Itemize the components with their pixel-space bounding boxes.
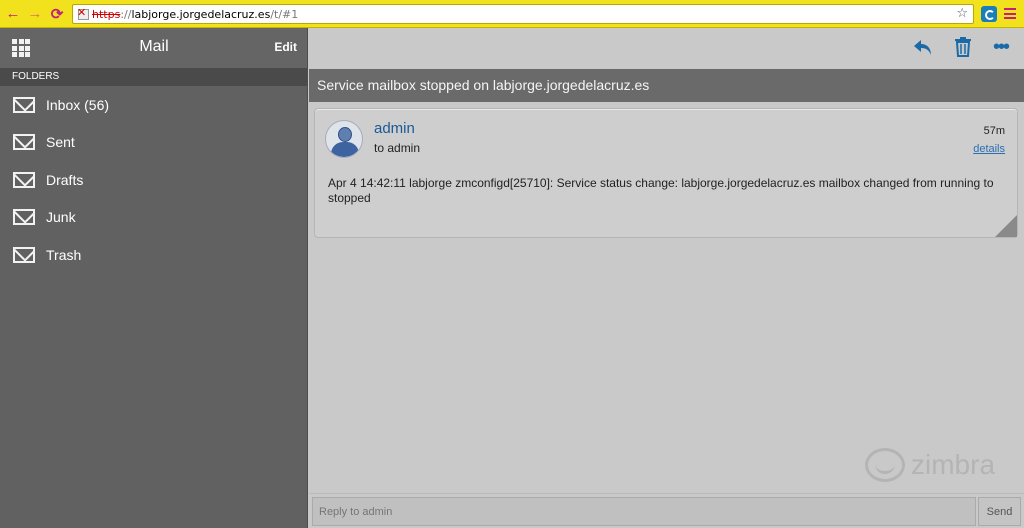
- folder-item-drafts[interactable]: Drafts: [0, 161, 307, 199]
- url-path: /t/#1: [270, 7, 299, 21]
- message-time: 57m: [983, 125, 1005, 137]
- message-subject: Service mailbox stopped on labjorge.jorg…: [309, 69, 1024, 102]
- trash-icon[interactable]: [954, 37, 972, 57]
- sidebar-header: Mail Edit: [0, 28, 307, 68]
- zimbra-logo: zimbra: [865, 448, 995, 482]
- envelope-icon: [13, 134, 35, 151]
- envelope-icon: [13, 246, 35, 263]
- url-host: labjorge.jorgedelacruz.es: [131, 7, 271, 21]
- message-body: Apr 4 14:42:11 labjorge zmconfigd[25710]…: [328, 176, 994, 205]
- folder-item-sent[interactable]: Sent: [0, 124, 307, 162]
- envelope-icon: [13, 209, 35, 226]
- recipient-line: to admin: [374, 141, 421, 155]
- envelope-icon: [13, 96, 35, 113]
- url-scheme: https: [92, 7, 121, 21]
- sidebar: Mail Edit FOLDERS Inbox (56) Sent Drafts…: [0, 28, 308, 528]
- url-separator: ://: [120, 7, 132, 21]
- forward-arrow-icon[interactable]: →: [24, 3, 46, 25]
- menu-icon[interactable]: [1004, 8, 1016, 19]
- message-toolbar: •••: [309, 28, 1024, 69]
- resize-corner-icon: [995, 215, 1017, 237]
- back-arrow-icon[interactable]: ←: [2, 3, 24, 25]
- message-pane: ••• Service mailbox stopped on labjorge.…: [309, 28, 1024, 528]
- reply-bar: Send: [309, 493, 1024, 528]
- envelope-icon: [13, 171, 35, 188]
- zimbra-face-icon: [865, 448, 905, 482]
- folder-item-inbox[interactable]: Inbox (56): [0, 86, 307, 124]
- reply-icon[interactable]: [912, 36, 934, 58]
- reply-input[interactable]: [312, 497, 976, 526]
- browser-toolbar: ← → ⟳ https :// labjorge.jorgedelacruz.e…: [0, 0, 1024, 28]
- address-bar[interactable]: https :// labjorge.jorgedelacruz.es /t/#…: [72, 4, 974, 24]
- sidebar-title: Mail: [139, 38, 169, 55]
- folder-label: Inbox (56): [46, 96, 110, 113]
- message-card: admin to admin 57m details Apr 4 14:42:1…: [314, 108, 1018, 238]
- logo-text: zimbra: [911, 449, 996, 480]
- folder-item-junk[interactable]: Junk: [0, 199, 307, 237]
- folder-label: Drafts: [46, 171, 84, 188]
- folder-label: Trash: [46, 246, 82, 263]
- more-icon[interactable]: •••: [993, 36, 1010, 59]
- folder-label: Sent: [46, 134, 75, 151]
- star-icon[interactable]: ☆: [956, 6, 968, 21]
- security-warning-icon[interactable]: [77, 6, 89, 20]
- extension-icon[interactable]: [981, 6, 997, 22]
- send-button[interactable]: Send: [978, 497, 1021, 526]
- edit-button[interactable]: Edit: [274, 40, 297, 54]
- reload-icon[interactable]: ⟳: [46, 3, 68, 25]
- avatar: [325, 120, 363, 158]
- folder-label: Junk: [46, 209, 76, 226]
- folders-heading: FOLDERS: [0, 68, 307, 86]
- folder-item-trash[interactable]: Trash: [0, 236, 307, 274]
- details-link[interactable]: details: [973, 143, 1005, 155]
- sender-name[interactable]: admin: [374, 120, 415, 137]
